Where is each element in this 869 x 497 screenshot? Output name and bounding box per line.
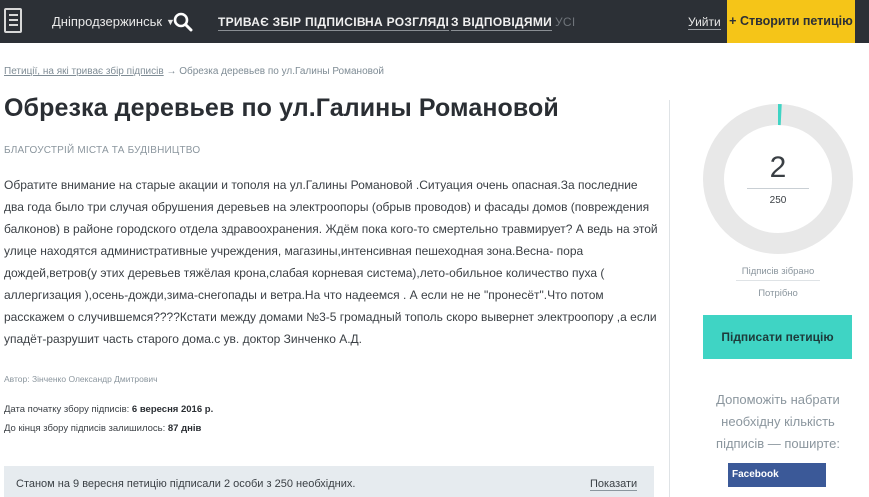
start-date-line: Дата початку збору підписів: 6 вересня 2… (4, 404, 213, 415)
count-divider (747, 188, 809, 189)
start-date-value: 6 вересня 2016 р. (131, 404, 214, 415)
share-prompt: Допоможіть набрати необхідну кількість п… (716, 392, 840, 451)
signatures-needed-count: 250 (769, 195, 787, 206)
city-selector[interactable]: Дніпродзержинськ ▼ (52, 14, 175, 29)
create-petition-button[interactable]: + Створити петицію (727, 0, 855, 43)
sign-petition-button[interactable]: Підписати петицію (703, 315, 852, 359)
needed-label: Потрібно (758, 288, 798, 299)
petition-logo-icon[interactable] (4, 8, 22, 33)
facebook-share-button[interactable]: Facebook (728, 463, 826, 487)
breadcrumb-link-collecting[interactable]: Петиції, на які триває збір підписів (4, 66, 164, 77)
labels-divider (736, 280, 820, 281)
breadcrumb-current: → Обрезка деревьев по ул.Галины Романово… (166, 66, 384, 77)
nav-collecting-signatures[interactable]: ТРИВАЄ ЗБІР ПІДПИСІВ (218, 15, 366, 31)
petition-body: Обратите внимание на старые акации и топ… (4, 178, 658, 346)
nav-with-answers[interactable]: З ВІДПОВІДЯМИ (451, 15, 553, 31)
breadcrumb: Петиції, на які триває збір підписів → О… (4, 66, 384, 77)
signatures-collected-count: 2 (769, 151, 787, 184)
column-divider (669, 100, 670, 497)
logout-link[interactable]: Уийти (688, 15, 721, 30)
collected-label: Підписів зібрано (741, 266, 815, 277)
signatures-status-text: Станом на 9 вересня петицію підписали 2 … (16, 478, 356, 490)
petition-category: БЛАГОУСТРІЙ МІСТА ТА БУДІВНИЦТВО (4, 145, 201, 156)
remaining-days-line: До кінця збору підписів залишилось: 87 д… (4, 423, 201, 434)
search-icon[interactable] (173, 12, 193, 32)
petition-title: Обрезка деревьев по ул.Галины Романовой (4, 94, 559, 122)
nav-under-review[interactable]: НА РОЗГЛЯДІ (365, 15, 450, 31)
top-navigation-bar: Дніпродзержинськ ▼ ТРИВАЄ ЗБІР ПІДПИСІВ Н… (0, 0, 869, 43)
signatures-status-box: Станом на 9 вересня петицію підписали 2 … (4, 466, 654, 497)
city-name: Дніпродзержинськ (52, 14, 163, 29)
start-date-label: Дата початку збору підписів: (4, 404, 130, 415)
remaining-days-label: До кінця збору підписів залишилось: (4, 423, 166, 434)
remaining-days-value: 87 днів (167, 423, 202, 434)
petition-author: Автор: Зінченко Олександр Дмитрович (4, 374, 158, 384)
show-signatures-link[interactable]: Показати (590, 478, 638, 491)
nav-all[interactable]: УСІ (555, 15, 576, 30)
